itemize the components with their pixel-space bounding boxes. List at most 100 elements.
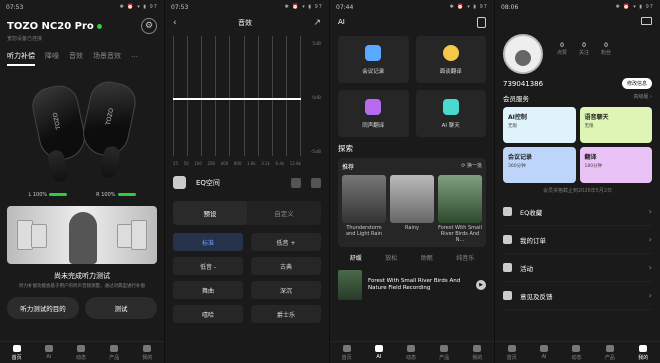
nav-feed[interactable]: 动态 (571, 344, 581, 361)
nav-me[interactable]: 我的 (142, 344, 152, 361)
freq-label: 12.8k (289, 161, 301, 166)
edit-profile-button[interactable]: 修改信息 (621, 78, 652, 89)
start-test-button[interactable]: 测试 (85, 296, 157, 319)
nav-me[interactable]: 我的 (638, 344, 648, 361)
right-earbud: TOZO (78, 78, 140, 180)
tab-custom[interactable]: 自定义 (247, 201, 321, 225)
preset-dance[interactable]: 舞曲 (173, 281, 243, 299)
member-meeting[interactable]: 会议记录 360分钟 (503, 147, 576, 183)
tab-sleep[interactable]: 助眠 (421, 253, 433, 262)
refresh-button[interactable]: ⟳ 换一批 (461, 162, 482, 171)
page-title: AI (338, 18, 345, 26)
battery-row: L 100% R 100% (0, 192, 164, 198)
freq-label: 200 (207, 161, 216, 166)
card-face-translate[interactable]: 面谈翻译 (415, 36, 486, 83)
face-icon (442, 44, 459, 61)
stat-following[interactable]: 0 关注 (579, 42, 589, 56)
card-ai-chat[interactable]: AI 聊天 (415, 90, 486, 137)
nav-ai[interactable]: AI (374, 345, 383, 360)
tab-pure-music[interactable]: 纯音乐 (456, 253, 474, 262)
eq-graph[interactable]: 5dB 0dB -5dB 25 50 100 200 400 800 1.6k … (173, 36, 321, 166)
member-level[interactable]: 高级版 › (633, 93, 652, 103)
meeting-icon (365, 44, 382, 61)
preset-hiphop[interactable]: 嘻哈 (173, 305, 243, 323)
bottom-nav: 首页 AI 动态 产品 我的 (330, 341, 494, 363)
ai-cards: 会议记录 面谈翻译 同声翻译 AI 聊天 (330, 30, 494, 137)
eq-space-label[interactable]: EQ空间 (196, 178, 281, 188)
member-voice-chat[interactable]: 语音聊天 无限 (579, 107, 652, 143)
page-title: 音效 (238, 19, 253, 27)
nav-products[interactable]: 产品 (439, 344, 449, 361)
device-name: TOZO NC20 Pro (7, 20, 94, 32)
stat-likes[interactable]: 0 点赞 (557, 42, 567, 56)
tab-anc[interactable]: 降噪 (45, 51, 59, 66)
nav-feed[interactable]: 动态 (76, 344, 86, 361)
freq-label: 400 (220, 161, 229, 166)
activity-icon (503, 263, 512, 272)
recommend-title: 推荐 (342, 164, 355, 171)
menu-orders[interactable]: 我的订单 › (503, 226, 652, 254)
menu-eq-favorites[interactable]: EQ收藏 › (503, 198, 652, 226)
test-purpose-button[interactable]: 听力测试的目的 (7, 296, 79, 319)
freq-label: 3.2k (261, 161, 270, 166)
spatial-icon (173, 176, 186, 189)
status-icons: ✱ ⏰ ▾ ▮ 97 (119, 4, 158, 10)
tab-relax[interactable]: 放松 (385, 253, 397, 262)
tab-more[interactable]: … (131, 51, 138, 66)
member-ai-control[interactable]: AI控制 无限 (503, 107, 576, 143)
tab-preset[interactable]: 预设 (173, 201, 247, 225)
card-label: AI 聊天 (441, 122, 460, 129)
delete-icon[interactable] (291, 177, 301, 188)
play-icon[interactable]: ▶ (476, 280, 486, 290)
status-bar: 07:53 ✱ ⏰ ▾ ▮ 97 (0, 0, 164, 14)
nav-home[interactable]: 首页 (12, 344, 22, 361)
tab-hearing[interactable]: 听力补偿 (7, 51, 35, 66)
menu-activities[interactable]: 活动 › (503, 254, 652, 282)
nav-home[interactable]: 首页 (507, 344, 517, 361)
gear-icon[interactable]: ⚙ (141, 18, 157, 34)
nav-products[interactable]: 产品 (109, 344, 119, 361)
back-icon[interactable]: ‹ (173, 18, 177, 28)
thumb-caption: Thunderstorm and Light Rain (345, 225, 383, 237)
preset-bass-plus[interactable]: 低音 + (251, 233, 321, 251)
freq-label: 800 (233, 161, 242, 166)
thumb-rainy[interactable]: Rainy (390, 175, 434, 243)
card-meeting-notes[interactable]: 会议记录 (338, 36, 409, 83)
member-translate[interactable]: 翻译 180分钟 (579, 147, 652, 183)
nav-products[interactable]: 产品 (605, 344, 615, 361)
thumb-thunderstorm[interactable]: Thunderstorm and Light Rain (342, 175, 386, 243)
tab-soothing[interactable]: 舒缓 (350, 253, 362, 262)
left-earbud-logo: TOZO (51, 111, 63, 130)
stat-followers[interactable]: 0 粉丝 (601, 42, 611, 56)
track-thumbnail (338, 270, 362, 300)
orders-icon (503, 235, 512, 244)
preset-jazz[interactable]: 爵士乐 (251, 305, 321, 323)
preset-standard[interactable]: 标准 (173, 233, 243, 251)
menu-feedback[interactable]: 意见及反馈 › (503, 282, 652, 310)
mail-icon[interactable] (641, 17, 652, 25)
nav-ai[interactable]: AI (44, 345, 53, 360)
avatar[interactable] (503, 34, 543, 74)
member-grid: AI控制 无限 语音聊天 无限 会议记录 360分钟 翻译 180分钟 (495, 103, 660, 183)
preset-classical[interactable]: 古典 (251, 257, 321, 275)
preset-deep[interactable]: 深沉 (251, 281, 321, 299)
tab-sound[interactable]: 音效 (69, 51, 83, 66)
track-item[interactable]: Forest With Small River Birds And Nature… (330, 262, 494, 300)
screen-hearing: 07:53 ✱ ⏰ ▾ ▮ 97 TOZO NC20 Pro ⚙ 宽恕设备已连接… (0, 0, 165, 363)
status-time: 08:06 (501, 3, 519, 11)
feedback-icon (503, 291, 512, 300)
save-icon[interactable] (311, 177, 321, 188)
thumb-forest[interactable]: Forest With Small River Birds And N... (438, 175, 482, 243)
nav-home[interactable]: 首页 (342, 344, 352, 361)
nav-feed[interactable]: 动态 (406, 344, 416, 361)
status-icons: ✱ ⏰ ▾ ▮ 97 (284, 4, 323, 10)
freq-label: 50 (183, 161, 189, 166)
notes-icon[interactable] (477, 16, 486, 28)
preset-bass-minus[interactable]: 低音 - (173, 257, 243, 275)
nav-me[interactable]: 我的 (472, 344, 482, 361)
tab-scene[interactable]: 场景音效 (93, 51, 121, 66)
card-simultaneous[interactable]: 同声翻译 (338, 90, 409, 137)
nav-ai[interactable]: AI (540, 345, 549, 360)
freq-label: 1.6k (247, 161, 256, 166)
share-icon[interactable]: ↗ (313, 18, 321, 28)
